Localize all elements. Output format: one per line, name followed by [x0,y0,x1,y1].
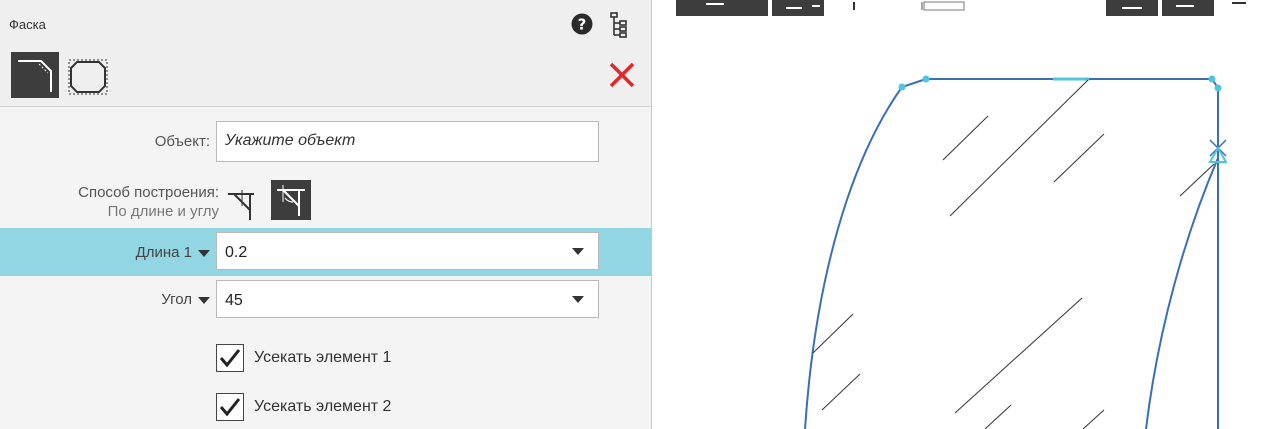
object-label: Объект: [154,133,210,150]
checkmark-icon [219,349,241,368]
contour-mode-button[interactable] [65,52,113,98]
length-label-text: Длина 1 [135,244,192,261]
help-icon[interactable]: ? [571,13,593,35]
panel-title: Фаска [9,17,46,32]
cad-geometry[interactable] [653,0,1269,429]
chevron-down-icon [198,296,210,304]
checkbox-trim-2-label[interactable]: Усекать элемент 2 [254,398,391,416]
chamfer-length-angle-icon [277,185,305,216]
chamfer-mode-icon [18,60,52,92]
angle-value: 45 [225,292,243,309]
chamfer-mode-button[interactable] [11,52,59,98]
checkmark-icon [219,398,241,417]
checkbox-trim-1[interactable] [216,344,244,372]
chevron-down-icon[interactable] [572,248,584,255]
checkbox-trim-2[interactable] [216,393,244,421]
chevron-down-icon [198,249,210,257]
length-value: 0.2 [225,244,248,261]
method-label: Способ построения: [78,184,219,201]
length-field[interactable]: 0.2 [216,232,599,270]
length-label[interactable]: Длина 1 [136,244,210,261]
chamfer-two-lengths-icon [228,190,254,220]
checkbox-trim-1-label[interactable]: Усекать элемент 1 [254,349,391,367]
chamfer-panel: Фаска ? Объект: Укажите объект Способ по… [0,0,652,429]
close-icon[interactable] [608,61,636,89]
angle-field[interactable]: 45 [216,280,599,318]
angle-label-text: Угол [161,291,192,308]
object-input[interactable]: Укажите объект [216,121,599,162]
tree-icon[interactable] [610,11,628,39]
svg-text:?: ? [578,16,587,34]
method-label-group: Способ построения: По длине и углу [78,183,219,221]
panel-header: Фаска ? [0,0,651,107]
method-value: По длине и углу [107,203,219,220]
method-length-angle-button[interactable] [271,180,311,220]
angle-label[interactable]: Угол [161,291,210,308]
method-two-lengths-button[interactable] [226,186,256,222]
contour-mode-icon [68,59,108,95]
chevron-down-icon[interactable] [572,296,584,303]
